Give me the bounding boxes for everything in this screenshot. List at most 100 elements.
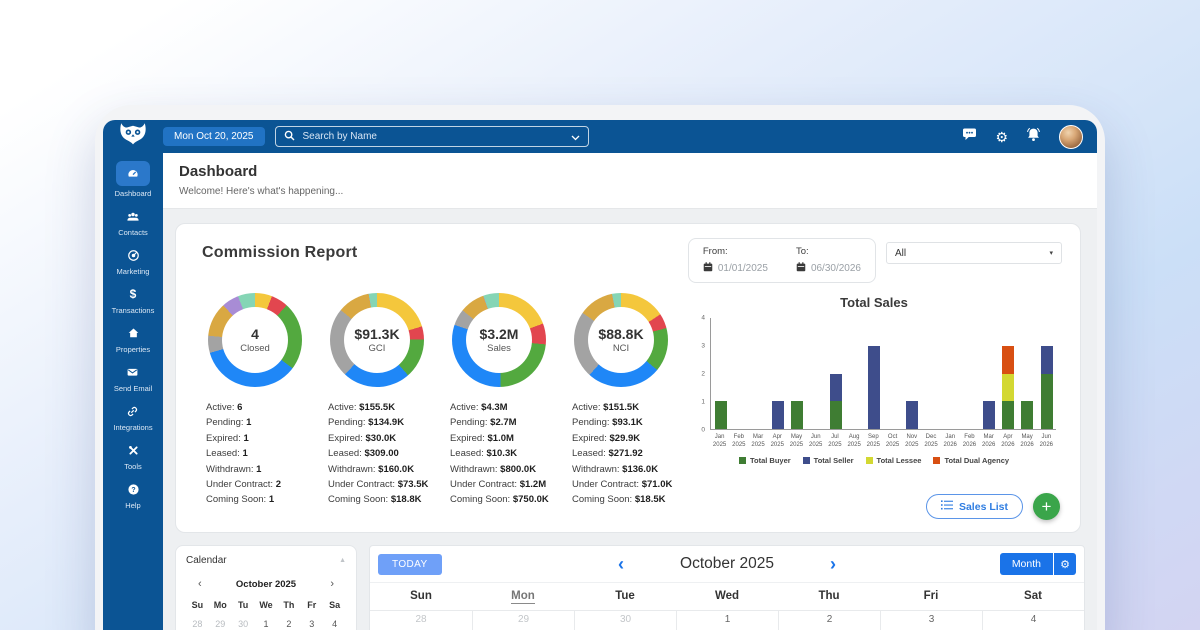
x-tick-label: May 2026: [1018, 433, 1037, 449]
total-sales-chart: Total Sales 01234 Jan 2025Feb 2025Mar 20…: [682, 293, 1062, 508]
month-view-button[interactable]: Month: [1000, 553, 1053, 575]
x-tick-label: Feb 2025: [729, 433, 748, 449]
donut-chart[interactable]: $88.8K NCI: [574, 293, 668, 387]
user-avatar[interactable]: [1059, 125, 1083, 149]
calendar-date-cell[interactable]: 29: [472, 611, 574, 630]
donut-center-label: NCI: [613, 343, 629, 354]
current-date-chip[interactable]: Mon Oct 20, 2025: [163, 127, 265, 146]
from-date-value[interactable]: 01/01/2025: [718, 263, 768, 274]
donut-stat-row: Pending: $93.1K: [572, 415, 682, 430]
mini-date-cell[interactable]: 30: [232, 619, 255, 629]
donut-stat-row: Active: $4.3M: [450, 400, 560, 415]
bar-Apr-2025: [769, 318, 788, 429]
mini-day-name: Fr: [300, 600, 323, 610]
sidebar-item-label: Transactions: [112, 306, 155, 315]
collapse-icon[interactable]: ▲: [339, 557, 346, 564]
bar-Feb-2026: [960, 318, 979, 429]
sidebar-item-tools[interactable]: Tools: [120, 441, 146, 471]
notifications-bell-icon[interactable]: [1026, 127, 1041, 147]
sidebar-item-dashboard[interactable]: Dashboard: [115, 161, 152, 198]
bar-segment[interactable]: [1002, 401, 1014, 429]
donut-center-value: 4: [251, 326, 259, 342]
page-title: Dashboard: [179, 163, 1081, 180]
today-button[interactable]: TODAY: [378, 554, 442, 575]
calendar-date-cell[interactable]: 30: [574, 611, 676, 630]
bar-segment[interactable]: [830, 374, 842, 402]
calendar-date-cell[interactable]: 3: [880, 611, 982, 630]
sidebar-item-send-email[interactable]: Send Email: [114, 363, 152, 393]
donut-stat-row: Withdrawn: $800.0K: [450, 462, 560, 477]
to-date-field[interactable]: To: 06/30/2026: [796, 246, 861, 275]
sidebar-item-label: Dashboard: [115, 189, 152, 198]
bar-segment[interactable]: [830, 401, 842, 429]
owl-logo-icon: [118, 122, 148, 151]
donut-chart[interactable]: 4 Closed: [208, 293, 302, 387]
mini-date-cell[interactable]: 29: [209, 619, 232, 629]
bar-segment[interactable]: [983, 401, 995, 429]
mini-date-cell[interactable]: 1: [255, 619, 278, 629]
donut-stat-row: Leased: $10.3K: [450, 446, 560, 461]
prev-month-button[interactable]: ‹: [618, 555, 624, 573]
bar-segment[interactable]: [1041, 346, 1053, 374]
calendar-date-cell[interactable]: 28: [370, 611, 472, 630]
sidebar-item-marketing[interactable]: Marketing: [117, 246, 150, 276]
chat-icon[interactable]: [962, 127, 977, 146]
legend-item: Total Dual Agency: [933, 456, 1009, 465]
bar-segment[interactable]: [906, 401, 918, 429]
sales-list-button[interactable]: Sales List: [926, 494, 1023, 519]
donut-stat-row: Active: $155.5K: [328, 400, 438, 415]
mini-date-cell[interactable]: 3: [300, 619, 323, 629]
search-input[interactable]: [301, 130, 565, 143]
bar-segment[interactable]: [791, 401, 803, 429]
sidebar-item-integrations[interactable]: Integrations: [113, 402, 152, 432]
mini-day-name: Sa: [323, 600, 346, 610]
bar-segment[interactable]: [1002, 374, 1014, 402]
y-tick-label: 1: [701, 399, 705, 406]
settings-gear-icon[interactable]: ⚙: [995, 130, 1008, 144]
envelope-icon: [120, 363, 146, 381]
donut-chart[interactable]: $3.2M Sales: [452, 293, 546, 387]
chart-x-axis: Jan 2025Feb 2025Mar 2025Apr 2025May 2025…: [710, 433, 1056, 449]
date-range-picker[interactable]: From: 01/01/2025 To:: [688, 238, 876, 283]
x-tick-label: Jul 2025: [825, 433, 844, 449]
bar-segment[interactable]: [715, 401, 727, 429]
question-icon: ?: [120, 480, 146, 498]
search-box[interactable]: [275, 126, 589, 147]
mini-date-cell[interactable]: 28: [186, 619, 209, 629]
sidebar-item-properties[interactable]: Properties: [116, 324, 150, 354]
mini-date-cell[interactable]: 4: [323, 619, 346, 629]
bar-segment[interactable]: [772, 401, 784, 429]
sidebar-item-transactions[interactable]: $ Transactions: [112, 285, 155, 315]
chevron-down-icon[interactable]: [571, 128, 580, 146]
sidebar-item-contacts[interactable]: Contacts: [118, 207, 148, 237]
mini-date-cell[interactable]: 2: [277, 619, 300, 629]
bar-segment[interactable]: [1021, 401, 1033, 429]
sidebar-item-help[interactable]: ? Help: [120, 480, 146, 510]
from-date-field[interactable]: From: 01/01/2025: [703, 246, 768, 275]
calendar-day-header: Mon: [472, 590, 574, 602]
filter-dropdown[interactable]: All ▾: [886, 242, 1062, 264]
donut-sales: $3.2M Sales Active: $4.3MPending: $2.7ME…: [438, 293, 560, 508]
calendar-date-cell[interactable]: 4: [982, 611, 1084, 630]
x-tick-label: Mar 2025: [748, 433, 767, 449]
logo[interactable]: [103, 122, 163, 151]
chart-legend: Total BuyerTotal SellerTotal LesseeTotal…: [686, 456, 1062, 465]
bar-Jan-2025: [711, 318, 730, 429]
bar-Jun-2026: [1037, 318, 1056, 429]
to-date-value[interactable]: 06/30/2026: [811, 263, 861, 274]
calendar-date-cell[interactable]: 2: [778, 611, 880, 630]
mini-day-name: We: [255, 600, 278, 610]
mini-day-name: Tu: [232, 600, 255, 610]
add-button[interactable]: +: [1033, 493, 1060, 520]
bar-segment[interactable]: [868, 346, 880, 429]
bar-segment[interactable]: [1002, 346, 1014, 374]
donut-stat-row: Expired: $30.0K: [328, 431, 438, 446]
search-icon: [284, 128, 295, 146]
next-month-button[interactable]: ›: [830, 555, 836, 573]
mini-next-month-button[interactable]: ›: [330, 579, 334, 590]
mini-prev-month-button[interactable]: ‹: [198, 579, 202, 590]
donut-chart[interactable]: $91.3K GCI: [330, 293, 424, 387]
bar-segment[interactable]: [1041, 374, 1053, 430]
calendar-settings-gear-icon[interactable]: ⚙: [1054, 553, 1076, 575]
calendar-date-cell[interactable]: 1: [676, 611, 778, 630]
